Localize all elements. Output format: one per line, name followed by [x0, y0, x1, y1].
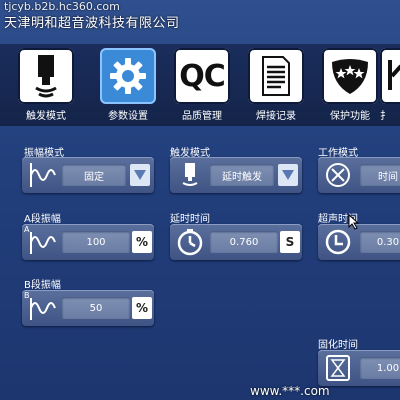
parameter-panel: 振幅模式 触发模式 工作模式 固定 延时触发 时间 A段振幅 延时时间 超声时间…: [0, 128, 400, 400]
cure-time-label: 固化时间: [318, 340, 358, 351]
shield-stars-icon: [322, 48, 378, 104]
gear-icon: [100, 48, 156, 104]
triangle-down-icon: [282, 170, 294, 180]
waveform-icon: [30, 232, 56, 254]
tab-partial[interactable]: 扌: [380, 48, 400, 122]
waveform-icon: [30, 298, 56, 320]
delay-time-value[interactable]: 0.760: [210, 231, 278, 253]
hmi-screen: tjcyb.b2b.hc360.com 天津明和超音波科技有限公司 触发模式 参…: [0, 0, 400, 400]
qc-icon: QC: [174, 48, 230, 104]
tab-label: 触发模式: [26, 111, 66, 122]
qc-text: QC: [179, 58, 226, 94]
seconds-unit: S: [280, 231, 300, 253]
cure-time-field[interactable]: 1.00: [318, 350, 400, 386]
tab-label: 焊接记录: [256, 111, 296, 122]
watermark-footer: www.***.com: [250, 384, 330, 398]
percent-unit: %: [132, 297, 152, 319]
a-amplitude-label: A段振幅: [24, 214, 61, 225]
timer-cross-icon: [326, 163, 350, 187]
delay-time-label: 延时时间: [170, 214, 210, 225]
tab-parameter-settings[interactable]: 参数设置: [94, 48, 162, 122]
a-amplitude-value[interactable]: 100: [62, 231, 130, 253]
watermark-company: 天津明和超音波科技有限公司: [4, 16, 180, 31]
tab-label: 扌: [380, 111, 390, 122]
tab-label: 参数设置: [108, 111, 148, 122]
triangle-down-icon: [134, 170, 146, 180]
partial-tab-icon: [380, 48, 400, 104]
work-mode-field[interactable]: 时间: [318, 157, 400, 193]
work-mode-value: 时间: [360, 164, 400, 186]
tab-quality-management[interactable]: QC 品质管理: [168, 48, 236, 122]
b-amplitude-value[interactable]: 50: [62, 297, 130, 319]
trigger-mode-value: 延时触发: [210, 164, 274, 186]
tab-label: 保护功能: [330, 111, 370, 122]
stopwatch-icon: [177, 229, 203, 256]
percent-unit: %: [132, 231, 152, 253]
a-amplitude-field[interactable]: A 100 %: [22, 224, 154, 260]
trigger-mode-dropdown-button[interactable]: [278, 164, 298, 186]
sensor-probe-icon: [18, 48, 74, 104]
cursor-icon: [348, 214, 360, 230]
tab-protection[interactable]: 保护功能: [316, 48, 384, 122]
hourglass-icon: [326, 355, 350, 381]
tab-label: 品质管理: [182, 111, 222, 122]
sensor-probe-icon: [182, 163, 198, 186]
cure-time-value[interactable]: 1.00: [360, 357, 400, 379]
amplitude-mode-dropdown-button[interactable]: [130, 164, 150, 186]
waveform-icon: [30, 163, 56, 187]
document-list-icon: [248, 48, 304, 104]
amplitude-mode-field[interactable]: 固定: [22, 157, 154, 193]
ultrasonic-time-value[interactable]: 0.30: [360, 231, 400, 253]
trigger-mode-field[interactable]: 延时触发: [170, 157, 302, 193]
delay-time-field[interactable]: 0.760 S: [170, 224, 302, 260]
tab-trigger-mode[interactable]: 触发模式: [12, 48, 80, 122]
tab-weld-records[interactable]: 焊接记录: [242, 48, 310, 122]
b-amplitude-label: B段振幅: [24, 280, 61, 291]
b-amplitude-field[interactable]: B 50 %: [22, 290, 154, 326]
clock-icon: [325, 229, 351, 255]
amplitude-mode-value: 固定: [62, 164, 126, 186]
